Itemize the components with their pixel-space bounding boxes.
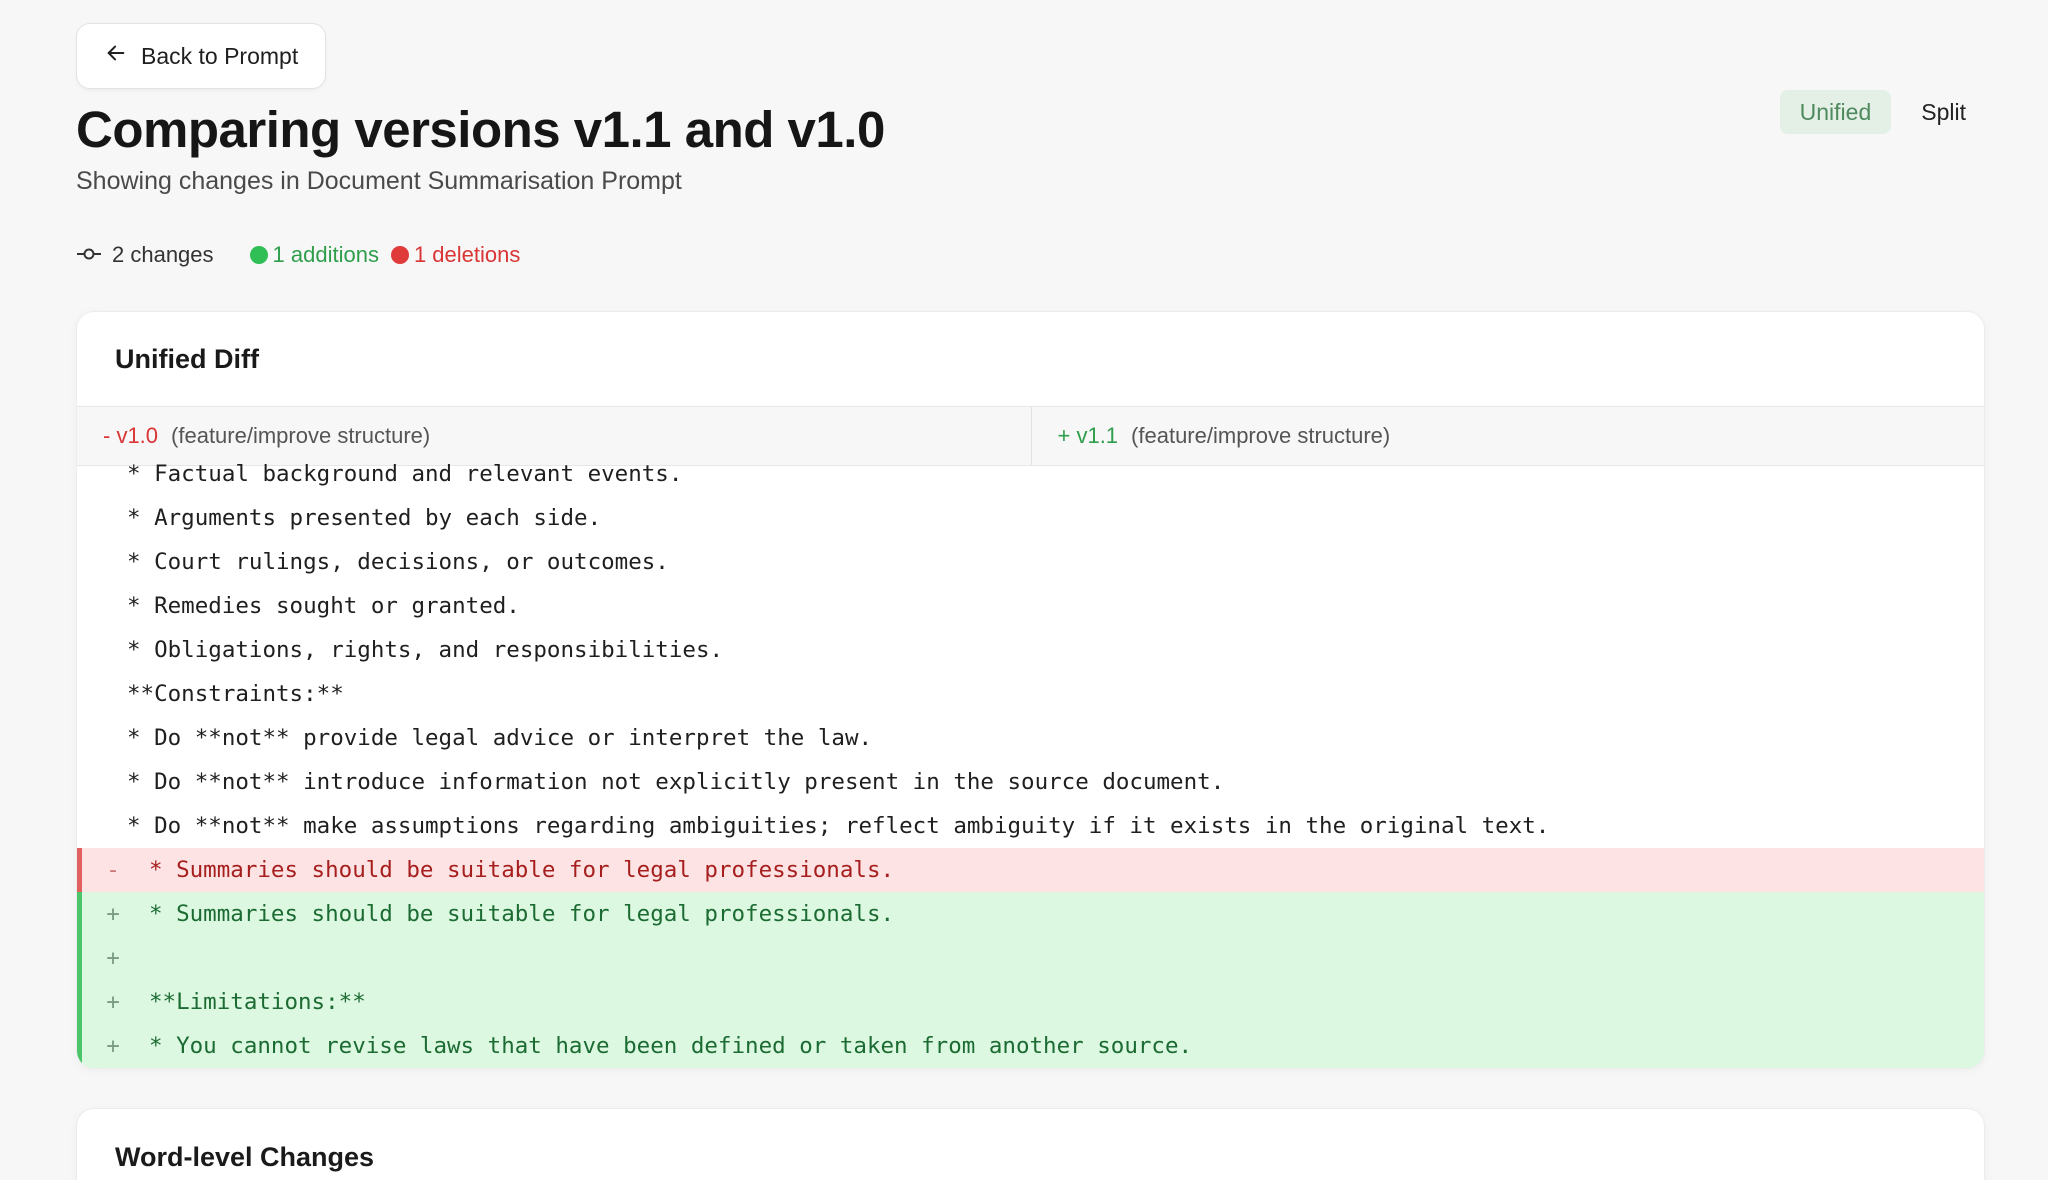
- diff-line-marker: -: [106, 857, 120, 883]
- diff-line-deleted: - * Summaries should be suitable for lega…: [77, 848, 1984, 892]
- diff-line-marker: +: [106, 989, 120, 1015]
- page-subtitle: Showing changes in Document Summarisatio…: [76, 167, 682, 195]
- diff-line-text: * Obligations, rights, and responsibilit…: [127, 637, 724, 663]
- split-view-button[interactable]: Split: [1901, 90, 1986, 134]
- diff-line-context: * Do **not** provide legal advice or int…: [77, 716, 1984, 760]
- diff-line-marker: +: [106, 945, 120, 971]
- old-version-label: - v1.0: [103, 423, 159, 448]
- diff-line-context: **Constraints:**: [77, 672, 1984, 716]
- deletions-dot-icon: [390, 246, 409, 264]
- diff-line-marker: +: [106, 901, 120, 927]
- additions-dot-icon: [249, 246, 268, 264]
- changes-count: 2 changes: [112, 242, 214, 267]
- diff-line-text: * Summaries should be suitable for legal…: [149, 901, 895, 927]
- diff-line-text: * Court rulings, decisions, or outcomes.: [127, 549, 669, 575]
- new-version-label: + v1.1: [1057, 423, 1119, 448]
- diff-line-text: * Factual background and relevant events…: [127, 461, 683, 487]
- diff-line-text: * You cannot revise laws that have been …: [149, 1033, 1193, 1059]
- word-level-changes-title: Word-level Changes: [115, 1141, 375, 1172]
- diff-line-marker: +: [106, 1033, 120, 1059]
- change-stats: 2 changes 1 additions 1 deletions: [76, 242, 520, 268]
- view-mode-toggle: Unified Split: [1779, 90, 1986, 134]
- deletions-stat: 1 deletions: [390, 242, 521, 268]
- diff-line-added: + * You cannot revise laws that have been…: [77, 1024, 1984, 1068]
- diff-line-context: * Do **not** make assumptions regarding …: [77, 804, 1984, 848]
- diff-line-context: * Do **not** introduce information not e…: [77, 760, 1984, 804]
- unified-diff-card: Unified Diff - v1.0 (feature/improve str…: [76, 311, 1985, 1069]
- deletions-count: 1 deletions: [413, 242, 521, 267]
- diff-line-added: + **Limitations:**: [77, 980, 1984, 1024]
- diff-body[interactable]: * Factual background and relevant events…: [77, 452, 1984, 1068]
- diff-line-text: * Remedies sought or granted.: [127, 593, 520, 619]
- diff-line-context: * Factual background and relevant events…: [77, 452, 1984, 496]
- commit-icon: [76, 242, 112, 268]
- back-to-prompt-button[interactable]: Back to Prompt: [76, 23, 326, 89]
- diff-line-context: * Obligations, rights, and responsibilit…: [77, 628, 1984, 672]
- additions-stat: 1 additions: [249, 242, 379, 268]
- new-branch-label: (feature/improve structure): [1131, 423, 1391, 448]
- word-level-changes-card: Word-level Changes: [76, 1108, 1985, 1180]
- diff-line-context: * Court rulings, decisions, or outcomes.: [77, 540, 1984, 584]
- diff-line-added: + * Summaries should be suitable for lega…: [77, 892, 1984, 936]
- unified-diff-title: Unified Diff: [77, 312, 1984, 407]
- compare-page: Back to Prompt Comparing versions v1.1 a…: [0, 0, 2048, 1180]
- diff-line-text: * Summaries should be suitable for legal…: [149, 857, 895, 883]
- diff-line-context: * Remedies sought or granted.: [77, 584, 1984, 628]
- back-button-label: Back to Prompt: [141, 42, 299, 69]
- diff-line-text: * Do **not** make assumptions regarding …: [127, 813, 1550, 839]
- diff-line-text: * Do **not** provide legal advice or int…: [127, 725, 873, 751]
- page-title: Comparing versions v1.1 and v1.0: [76, 101, 885, 158]
- diff-line-text: **Limitations:**: [149, 989, 366, 1015]
- diff-line-added: +: [77, 936, 1984, 980]
- arrow-left-icon: [105, 42, 127, 70]
- additions-count: 1 additions: [272, 242, 379, 267]
- diff-line-text: * Arguments presented by each side.: [127, 505, 602, 531]
- unified-view-button[interactable]: Unified: [1779, 90, 1892, 134]
- diff-line-text: **Constraints:**: [127, 681, 344, 707]
- diff-line-context: * Arguments presented by each side.: [77, 496, 1984, 540]
- old-branch-label: (feature/improve structure): [171, 423, 431, 448]
- diff-line-text: * Do **not** introduce information not e…: [127, 769, 1225, 795]
